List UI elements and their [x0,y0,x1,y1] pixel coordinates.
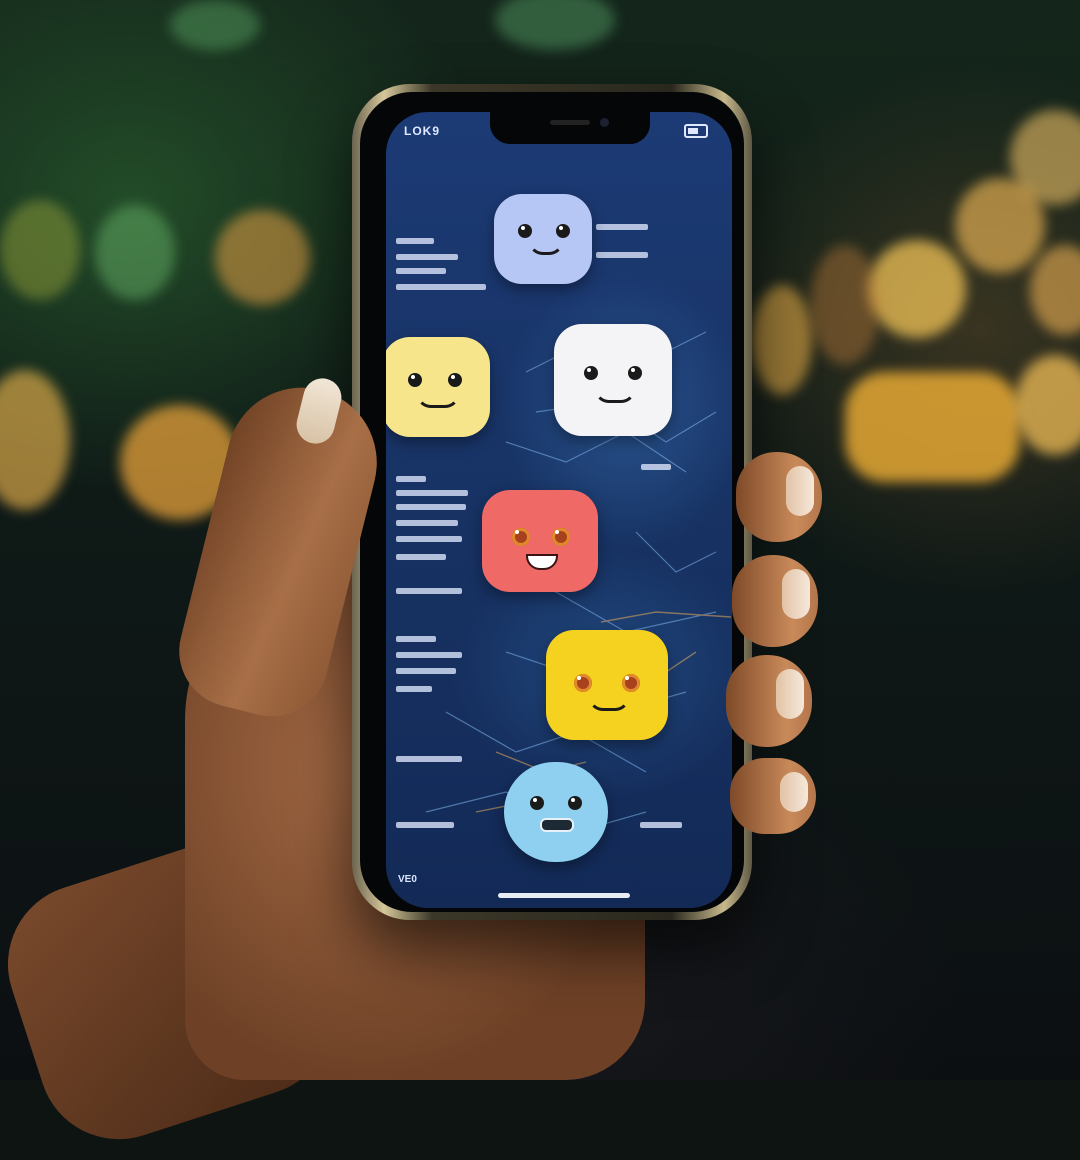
bokeh-light [0,200,80,300]
text-line [396,668,456,674]
bottom-left-label: VE0 [398,874,417,885]
eye [530,796,544,810]
text-line [396,254,458,260]
eye [512,528,530,546]
text-line [641,464,671,470]
eye [574,674,592,692]
bokeh-light [170,0,260,50]
emoji-white[interactable] [554,324,672,436]
bokeh-light [955,178,1045,273]
mouth [588,696,630,711]
text-line [640,822,682,828]
text-line [396,504,466,510]
bokeh-light [868,240,966,338]
eye [448,373,462,387]
emoji-pale-yellow[interactable] [386,337,490,437]
emoji-sky-blue[interactable] [504,762,608,862]
text-line [396,652,462,658]
eye [622,674,640,692]
text-line [396,284,486,290]
bokeh-light [1015,355,1080,455]
fingernail [776,669,804,719]
phone-screen: LOK9 VE0 [386,112,732,908]
eye [628,366,642,380]
emoji-light-blue[interactable] [494,194,592,284]
mouth [594,388,636,403]
little-finger [730,758,816,834]
text-line [396,554,446,560]
smartphone: LOK9 VE0 [352,84,752,920]
eye [408,373,422,387]
bokeh-light [95,205,175,300]
fingernail [780,772,808,812]
bokeh-light [495,0,615,50]
bokeh-light [0,370,70,510]
bokeh-light [810,245,880,365]
eye [568,796,582,810]
emoji-coral-red[interactable] [482,490,598,592]
eye [556,224,570,238]
mouth [528,240,564,255]
middle-finger [732,555,818,647]
text-line [396,686,432,692]
ring-finger [726,655,812,747]
text-line [596,252,648,258]
bokeh-light [1030,245,1080,335]
mouth [416,393,460,408]
text-line [396,536,462,542]
mouth [526,554,558,570]
eye [584,366,598,380]
bokeh-light [215,210,310,305]
eye [552,528,570,546]
index-finger [736,452,822,542]
fingernail [786,466,814,516]
text-line [396,588,462,594]
bokeh-light [752,285,812,395]
home-indicator[interactable] [498,893,630,898]
eye [518,224,532,238]
emoji-yellow[interactable] [546,630,668,740]
text-line [396,238,434,244]
text-line [396,268,446,274]
bokeh-light [845,372,1020,482]
text-line [396,756,462,762]
text-line [596,224,648,230]
text-line [396,822,454,828]
fingernail [782,569,810,619]
text-line [396,476,426,482]
text-line [396,490,468,496]
text-line [396,520,458,526]
mouth [540,818,574,832]
phone-bezel: LOK9 VE0 [360,92,744,912]
text-line [396,636,436,642]
